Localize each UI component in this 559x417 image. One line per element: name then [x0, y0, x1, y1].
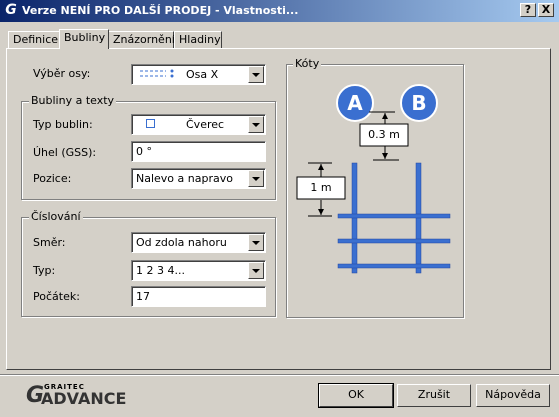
- start-input[interactable]: 17: [131, 286, 266, 307]
- cancel-button[interactable]: Zrušit: [397, 384, 471, 407]
- position-value: Nalevo a napravo: [136, 172, 233, 185]
- ok-button[interactable]: OK: [318, 383, 394, 408]
- chevron-down-icon[interactable]: [248, 262, 264, 279]
- angle-input[interactable]: 0 °: [131, 141, 266, 162]
- brand-name: ADVANCE: [41, 389, 127, 408]
- tab-bubliny[interactable]: Bubliny: [59, 29, 109, 49]
- start-label: Počátek:: [33, 290, 80, 303]
- position-label: Pozice:: [33, 172, 72, 185]
- start-value: 17: [136, 290, 150, 303]
- numbering-type-value: 1 2 3 4...: [136, 264, 185, 277]
- axis-line-icon: [140, 69, 174, 78]
- tab-hladiny[interactable]: Hladiny: [174, 31, 222, 48]
- bubble-type-select[interactable]: Čverec: [131, 114, 266, 135]
- axis-select-label: Výběr osy:: [33, 67, 91, 80]
- help-button[interactable]: ?: [520, 3, 536, 17]
- bubble-type-label: Typ bublin:: [33, 118, 93, 131]
- numbering-group-title: Číslování: [29, 210, 83, 223]
- axis-select[interactable]: Osa X: [131, 64, 266, 85]
- direction-label: Směr:: [33, 236, 66, 249]
- numbering-type-label: Typ:: [33, 264, 56, 277]
- footer-divider-highlight: [0, 375, 559, 376]
- bubble-b-label: B: [411, 91, 427, 115]
- chevron-down-icon[interactable]: [248, 170, 264, 187]
- axis-select-value: Osa X: [186, 68, 219, 81]
- chevron-down-icon[interactable]: [248, 234, 264, 251]
- app-icon: G: [5, 2, 17, 18]
- spacing-dimension-label: 1 m: [310, 181, 332, 194]
- numbering-type-select[interactable]: 1 2 3 4...: [131, 260, 266, 281]
- direction-select[interactable]: Od zdola nahoru: [131, 232, 266, 253]
- bubble-type-value: Čverec: [186, 118, 225, 131]
- chevron-down-icon[interactable]: [248, 66, 264, 83]
- window-title: Verze NENÍ PRO DALŠÍ PRODEJ - Vlastnosti…: [22, 4, 299, 17]
- tab-definice[interactable]: Definice: [8, 31, 60, 48]
- square-icon: [146, 119, 155, 128]
- bubble-a-label: A: [347, 91, 363, 115]
- angle-value: 0 °: [136, 145, 152, 158]
- angle-label: Úhel (GSS):: [33, 146, 97, 159]
- offset-dimension-label: 0.3 m: [368, 128, 400, 141]
- close-button[interactable]: X: [538, 3, 554, 17]
- bubbles-group-title: Bubliny a texty: [29, 94, 117, 107]
- chevron-down-icon[interactable]: [248, 116, 264, 133]
- position-select[interactable]: Nalevo a napravo: [131, 168, 266, 189]
- direction-value: Od zdola nahoru: [136, 236, 227, 249]
- tab-znazorneni[interactable]: Znázornění: [108, 31, 175, 48]
- help-dialog-button[interactable]: Nápověda: [476, 384, 550, 407]
